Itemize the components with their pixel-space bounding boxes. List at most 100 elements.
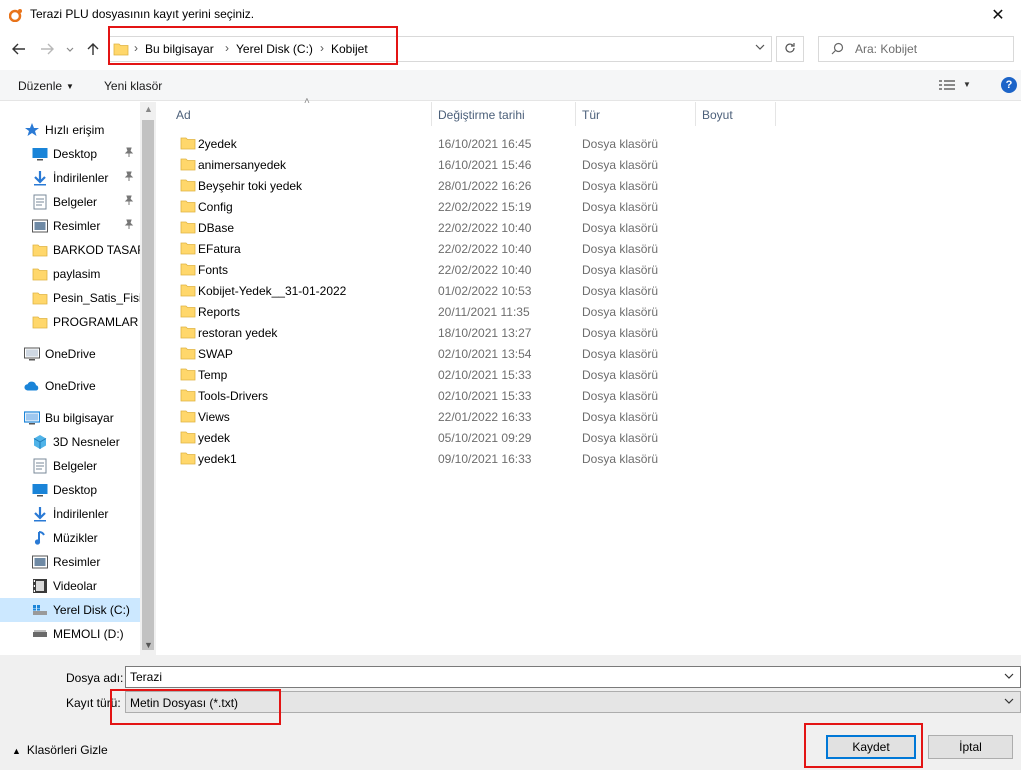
file-row[interactable]: Beyşehir toki yedek 28/01/2022 16:26 Dosya…: [176, 175, 836, 196]
chevron-right-icon[interactable]: ›: [320, 41, 324, 55]
view-dropdown-icon[interactable]: ▼: [963, 80, 971, 89]
download-icon: [32, 506, 48, 522]
nav-item[interactable]: OneDrive: [0, 342, 140, 366]
scrollbar-thumb[interactable]: [142, 120, 154, 650]
nav-item[interactable]: OneDrive: [0, 374, 140, 398]
file-row[interactable]: yedek 05/10/2021 09:29 Dosya klasörü: [176, 427, 836, 448]
nav-item[interactable]: PROGRAMLAR: [0, 310, 140, 334]
nav-item[interactable]: Hızlı erişim: [0, 118, 140, 142]
file-row[interactable]: EFatura 22/02/2022 10:40 Dosya klasörü: [176, 238, 836, 259]
column-header-date[interactable]: Değiştirme tarihi: [432, 102, 576, 126]
window-title: Terazi PLU dosyasının kayıt yerini seçin…: [30, 7, 255, 21]
folder-icon: [180, 304, 196, 321]
search-box[interactable]: [818, 36, 1014, 62]
nav-item-label: Resimler: [53, 555, 101, 569]
nav-item-label: paylasim: [53, 267, 101, 281]
organize-button[interactable]: Düzenle ▼: [18, 79, 74, 93]
nav-item-label: MEMOLI (D:): [53, 627, 124, 641]
cancel-button[interactable]: İptal: [928, 735, 1013, 759]
filetype-select[interactable]: Metin Dosyası (*.txt): [125, 691, 1021, 713]
refresh-button[interactable]: [776, 36, 804, 62]
file-row[interactable]: Temp 02/10/2021 15:33 Dosya klasörü: [176, 364, 836, 385]
scroll-down-icon[interactable]: ▼: [144, 640, 153, 650]
column-header-name[interactable]: Ad ˄: [170, 96, 432, 126]
breadcrumb-kobijet[interactable]: Kobijet: [331, 42, 368, 56]
nav-item[interactable]: Resimler: [0, 550, 140, 574]
nav-item[interactable]: Videolar: [0, 574, 140, 598]
column-header-type[interactable]: Tür: [576, 102, 696, 126]
chevron-right-icon[interactable]: ›: [225, 41, 229, 55]
file-row[interactable]: Reports 20/11/2021 11:35 Dosya klasörü: [176, 301, 836, 322]
file-type: Dosya klasörü: [582, 284, 659, 298]
download-icon: [32, 170, 48, 186]
file-row[interactable]: DBase 22/02/2022 10:40 Dosya klasörü: [176, 217, 836, 238]
file-type: Dosya klasörü: [582, 389, 659, 403]
close-icon[interactable]: ✕: [975, 0, 1021, 30]
view-options-icon[interactable]: [938, 79, 956, 94]
file-row[interactable]: Tools-Drivers 02/10/2021 15:33 Dosya klasö…: [176, 385, 836, 406]
address-dropdown-icon[interactable]: [755, 42, 765, 53]
save-options-panel: Dosya adı: Kayıt türü: Metin Dosyası (*.…: [0, 655, 1021, 770]
new-folder-button[interactable]: Yeni klasör: [104, 79, 162, 93]
back-arrow-icon[interactable]: [8, 38, 30, 60]
file-row[interactable]: animersanyedek 16/10/2021 15:46 Dosya klas…: [176, 154, 836, 175]
folder-icon: [180, 409, 196, 426]
file-name: yedek: [198, 431, 231, 445]
pin-icon: [124, 147, 134, 160]
file-row[interactable]: yedek1 09/10/2021 16:33 Dosya klasörü: [176, 448, 836, 469]
toolbar: Düzenle ▼ Yeni klasör ▼ ?: [0, 70, 1021, 101]
search-input[interactable]: [855, 41, 1005, 57]
breadcrumb-local-disk[interactable]: Yerel Disk (C:): [236, 42, 313, 56]
filetype-value: Metin Dosyası (*.txt): [130, 696, 239, 710]
filename-dropdown-icon[interactable]: [1004, 671, 1014, 681]
nav-scrollbar[interactable]: ▲ ▼: [140, 102, 156, 655]
hide-folders-toggle[interactable]: ▲ Klasörleri Gizle: [12, 743, 108, 757]
nav-item[interactable]: İndirilenler: [0, 502, 140, 526]
nav-item[interactable]: Yerel Disk (C:): [0, 598, 140, 622]
filename-field[interactable]: [125, 666, 1021, 688]
chevron-right-icon[interactable]: ›: [134, 41, 138, 55]
recent-locations-chevron-icon[interactable]: [62, 38, 78, 60]
column-header-size[interactable]: Boyut: [696, 102, 776, 126]
nav-item[interactable]: 3D Nesneler: [0, 430, 140, 454]
file-name: restoran yedek: [198, 326, 278, 340]
breadcrumb-this-pc[interactable]: Bu bilgisayar: [145, 42, 214, 56]
address-bar[interactable]: › Bu bilgisayar › Yerel Disk (C:) › Kobi…: [108, 36, 772, 62]
pictures-icon: [32, 218, 48, 234]
nav-item[interactable]: Bu bilgisayar: [0, 406, 140, 430]
nav-item-label: Desktop: [53, 147, 98, 161]
file-name: Kobijet-Yedek__31-01-2022: [198, 284, 347, 298]
file-name: Views: [198, 410, 230, 424]
file-row[interactable]: 2yedek 16/10/2021 16:45 Dosya klasörü: [176, 133, 836, 154]
nav-item[interactable]: Desktop: [0, 478, 140, 502]
nav-item[interactable]: MEMOLI (D:): [0, 622, 140, 646]
scroll-up-icon[interactable]: ▲: [144, 104, 153, 114]
file-row[interactable]: Config 22/02/2022 15:19 Dosya klasörü: [176, 196, 836, 217]
file-row[interactable]: SWAP 02/10/2021 13:54 Dosya klasörü: [176, 343, 836, 364]
nav-item[interactable]: Resimler: [0, 214, 140, 238]
save-button[interactable]: Kaydet: [826, 735, 916, 759]
nav-item[interactable]: paylasim: [0, 262, 140, 286]
filetype-dropdown-icon[interactable]: [1004, 696, 1014, 706]
file-row[interactable]: restoran yedek 18/10/2021 13:27 Dosya klas…: [176, 322, 836, 343]
nav-item[interactable]: Belgeler: [0, 454, 140, 478]
nav-item[interactable]: Desktop: [0, 142, 140, 166]
folder-icon: [180, 283, 196, 300]
nav-item-label: Yerel Disk (C:): [53, 603, 130, 617]
removable-drive-icon: [32, 626, 48, 642]
nav-item[interactable]: İndirilenler: [0, 166, 140, 190]
help-icon[interactable]: ?: [1001, 77, 1017, 93]
nav-item-label: OneDrive: [45, 347, 96, 361]
file-row[interactable]: Fonts 22/02/2022 10:40 Dosya klasörü: [176, 259, 836, 280]
file-row[interactable]: Views 22/01/2022 16:33 Dosya klasörü: [176, 406, 836, 427]
up-arrow-icon[interactable]: [82, 38, 104, 60]
file-row[interactable]: Kobijet-Yedek__31-01-2022 01/02/2022 10:5…: [176, 280, 836, 301]
nav-item[interactable]: BARKOD TASARI: [0, 238, 140, 262]
nav-item[interactable]: Pesin_Satis_Fisi: [0, 286, 140, 310]
documents-icon: [32, 194, 48, 210]
folder-icon: [32, 314, 48, 330]
nav-item[interactable]: Belgeler: [0, 190, 140, 214]
filename-input[interactable]: [130, 670, 990, 684]
nav-item[interactable]: Müzikler: [0, 526, 140, 550]
forward-arrow-icon[interactable]: [36, 38, 58, 60]
